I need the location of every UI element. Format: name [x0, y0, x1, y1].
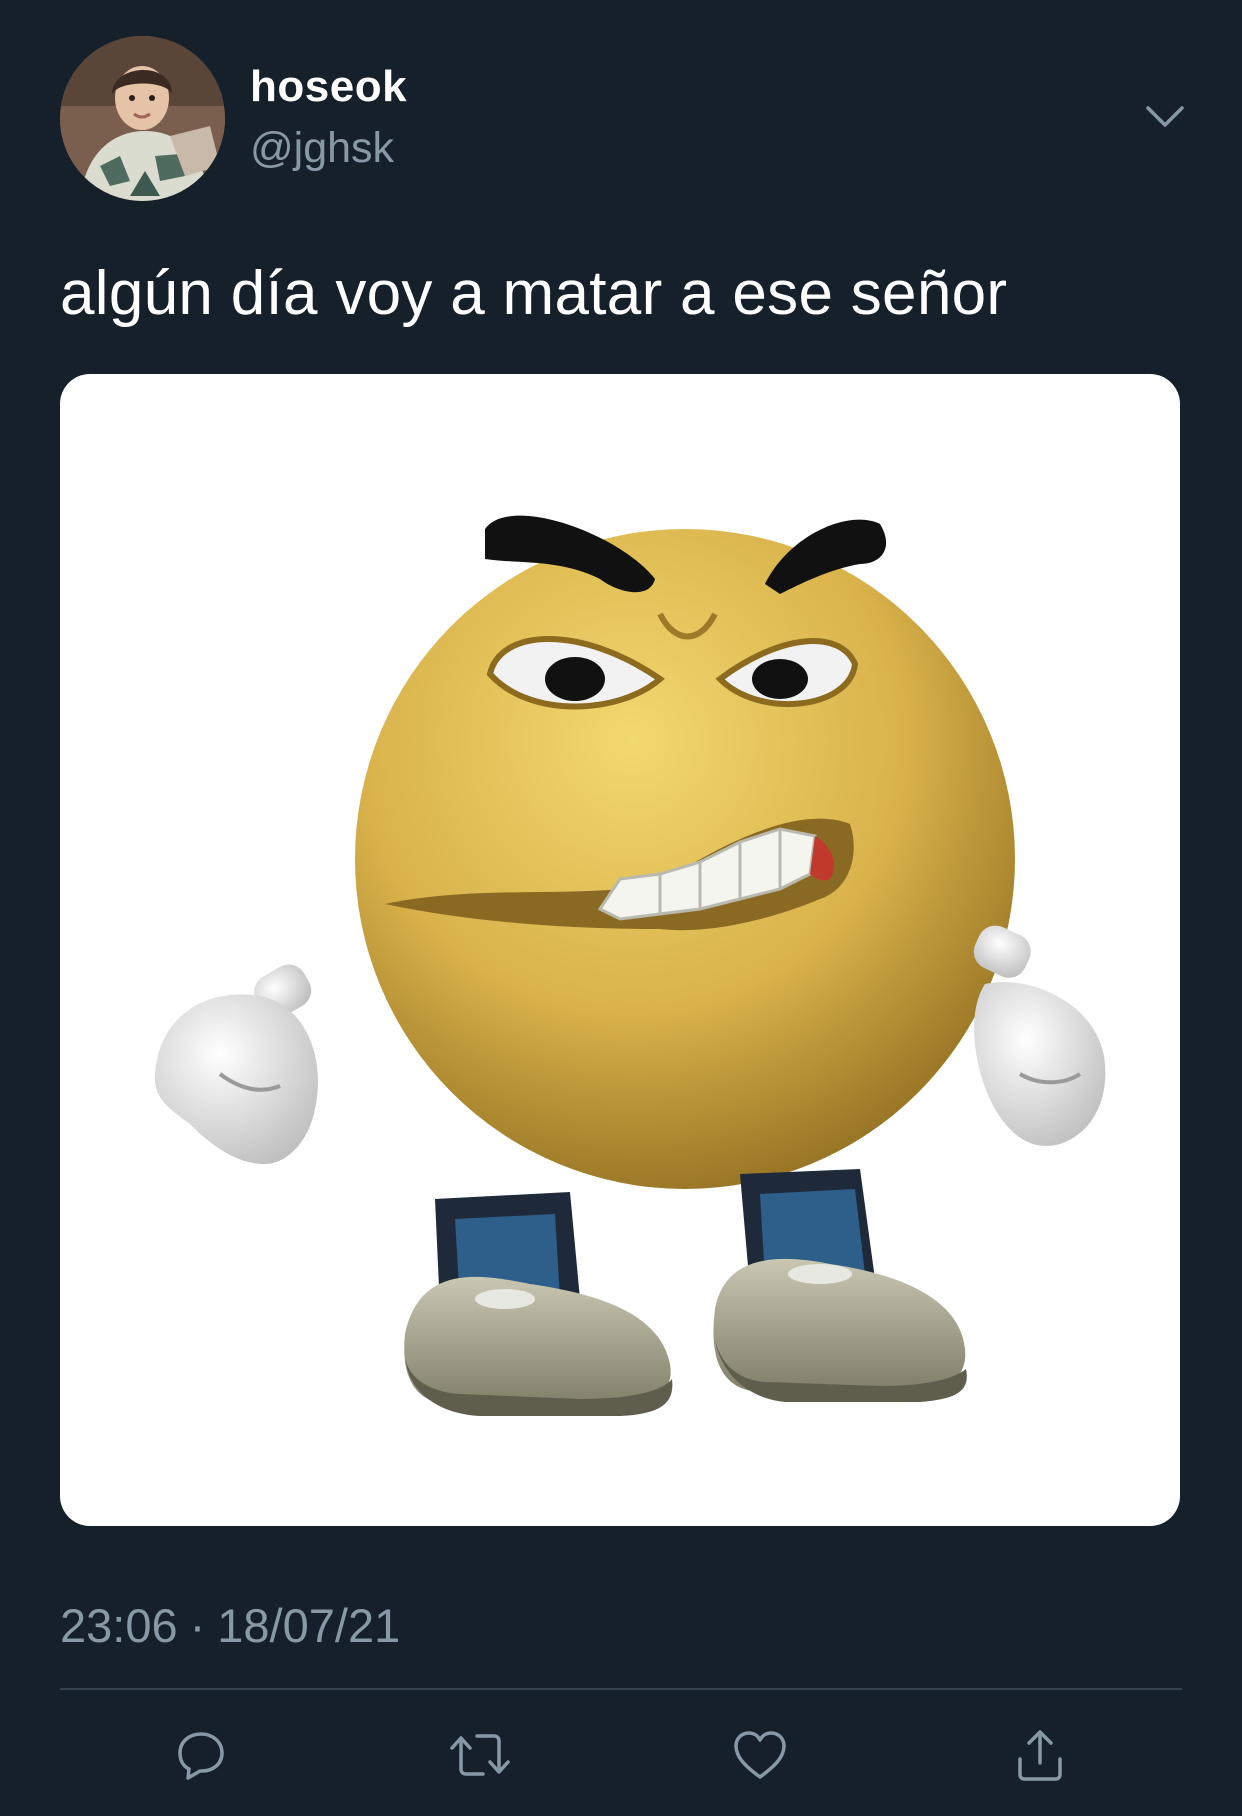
heart-icon	[734, 1731, 786, 1779]
chevron-down-icon[interactable]	[1140, 98, 1190, 138]
tweet-media-image[interactable]	[60, 374, 1180, 1526]
tweet-detail: hoseok @jghsk algún día voy a matar a es…	[0, 0, 1242, 1816]
tweet-text: algún día voy a matar a ese señor	[60, 259, 1008, 328]
profile-photo-icon	[60, 36, 225, 201]
reply-button[interactable]	[160, 1715, 240, 1795]
share-button[interactable]	[1000, 1715, 1080, 1795]
tweet-timestamp[interactable]: 23:06 · 18/07/21	[60, 1598, 400, 1653]
tweet-date: 18/07/21	[217, 1599, 401, 1652]
tweet-time: 23:06	[60, 1599, 178, 1652]
author-display-name[interactable]: hoseok	[250, 62, 407, 112]
retweet-icon	[450, 1734, 510, 1776]
tweet-actions-bar	[0, 1715, 1242, 1795]
reply-icon	[178, 1732, 224, 1780]
timestamp-separator: ·	[189, 1599, 206, 1652]
like-button[interactable]	[720, 1715, 800, 1795]
angry-emoji-character-icon	[154, 515, 1106, 1416]
author-handle[interactable]: @jghsk	[250, 124, 394, 173]
retweet-button[interactable]	[440, 1715, 520, 1795]
divider	[60, 1688, 1182, 1690]
share-icon	[1018, 1730, 1062, 1781]
avatar[interactable]	[60, 36, 225, 201]
